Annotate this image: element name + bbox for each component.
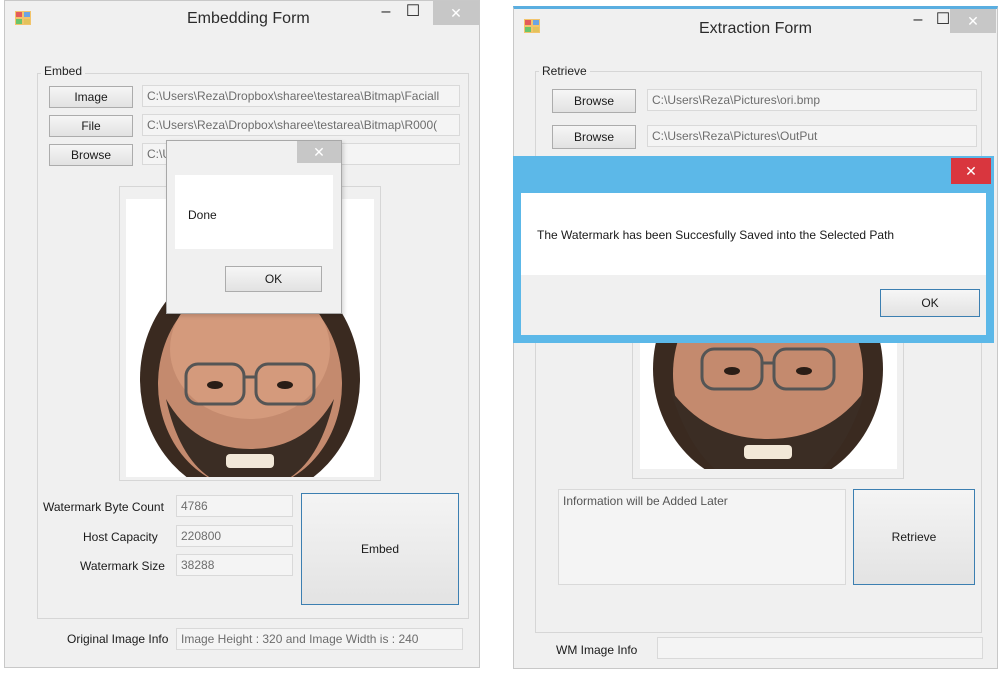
watermark-saved-dialog-close-button[interactable]: ✕ — [951, 158, 991, 184]
window-title: Embedding Form — [187, 10, 310, 27]
app-icon — [15, 11, 31, 25]
done-dialog-body: Done — [175, 175, 333, 249]
watermark-saved-dialog-message: The Watermark has been Succesfully Saved… — [537, 228, 895, 242]
retrieve-button[interactable]: Retrieve — [853, 489, 975, 585]
watermark-size-label: Watermark Size — [80, 559, 165, 573]
extraction-form-titlebar[interactable]: Extraction Form – ☐ ✕ — [514, 9, 997, 47]
watermark-saved-dialog: ✕ The Watermark has been Succesfully Sav… — [513, 156, 994, 343]
info-text: Information will be Added Later — [563, 494, 728, 508]
watermark-byte-count-label: Watermark Byte Count — [43, 500, 164, 514]
app-icon — [524, 19, 540, 33]
close-button[interactable]: ✕ — [433, 1, 479, 25]
output-path-field[interactable]: C:\Users\Reza\Pictures\OutPut — [647, 125, 977, 147]
done-dialog-close-button[interactable]: ✕ — [297, 141, 341, 163]
watermark-saved-dialog-ok-button[interactable]: OK — [880, 289, 980, 317]
close-button[interactable]: ✕ — [950, 9, 996, 33]
done-dialog-message: Done — [188, 208, 217, 222]
original-image-info-label: Original Image Info — [67, 632, 169, 646]
done-dialog-ok-button[interactable]: OK — [225, 266, 322, 292]
minimize-button[interactable]: – — [371, 1, 401, 27]
watermark-byte-count-field[interactable]: 4786 — [176, 495, 293, 517]
file-button[interactable]: File — [49, 115, 133, 137]
embed-group-label: Embed — [41, 64, 86, 78]
image-button[interactable]: Image — [49, 86, 133, 108]
wm-image-info-label: WM Image Info — [556, 643, 638, 657]
browse-original-button[interactable]: Browse — [552, 89, 636, 113]
retrieve-group-label: Retrieve — [539, 64, 590, 78]
embedding-form-window: Embedding Form – ☐ ✕ Embed Image C:\User… — [4, 0, 480, 668]
window-title: Extraction Form — [699, 20, 812, 37]
wm-image-info-field[interactable] — [657, 637, 983, 659]
embedding-form-titlebar[interactable]: Embedding Form – ☐ ✕ — [5, 1, 479, 39]
maximize-button[interactable]: ☐ — [398, 1, 428, 27]
file-path-field[interactable]: C:\Users\Reza\Dropbox\sharee\testarea\Bi… — [142, 114, 460, 136]
extracted-face-image — [640, 329, 897, 469]
done-dialog: ✕ Done OK — [166, 140, 342, 314]
host-capacity-label: Host Capacity — [83, 530, 158, 544]
browse-button[interactable]: Browse — [49, 144, 133, 166]
host-capacity-field[interactable]: 220800 — [176, 525, 293, 547]
extracted-face-image-svg — [653, 329, 883, 469]
watermark-size-field[interactable]: 38288 — [176, 554, 293, 576]
original-image-info-field[interactable]: Image Height : 320 and Image Width is : … — [176, 628, 463, 650]
watermark-saved-dialog-body: The Watermark has been Succesfully Saved… — [521, 193, 986, 275]
image-path-field[interactable]: C:\Users\Reza\Dropbox\sharee\testarea\Bi… — [142, 85, 460, 107]
info-textbox[interactable]: Information will be Added Later — [558, 489, 846, 585]
original-path-field[interactable]: C:\Users\Reza\Pictures\ori.bmp — [647, 89, 977, 111]
embed-button[interactable]: Embed — [301, 493, 459, 605]
browse-output-button[interactable]: Browse — [552, 125, 636, 149]
